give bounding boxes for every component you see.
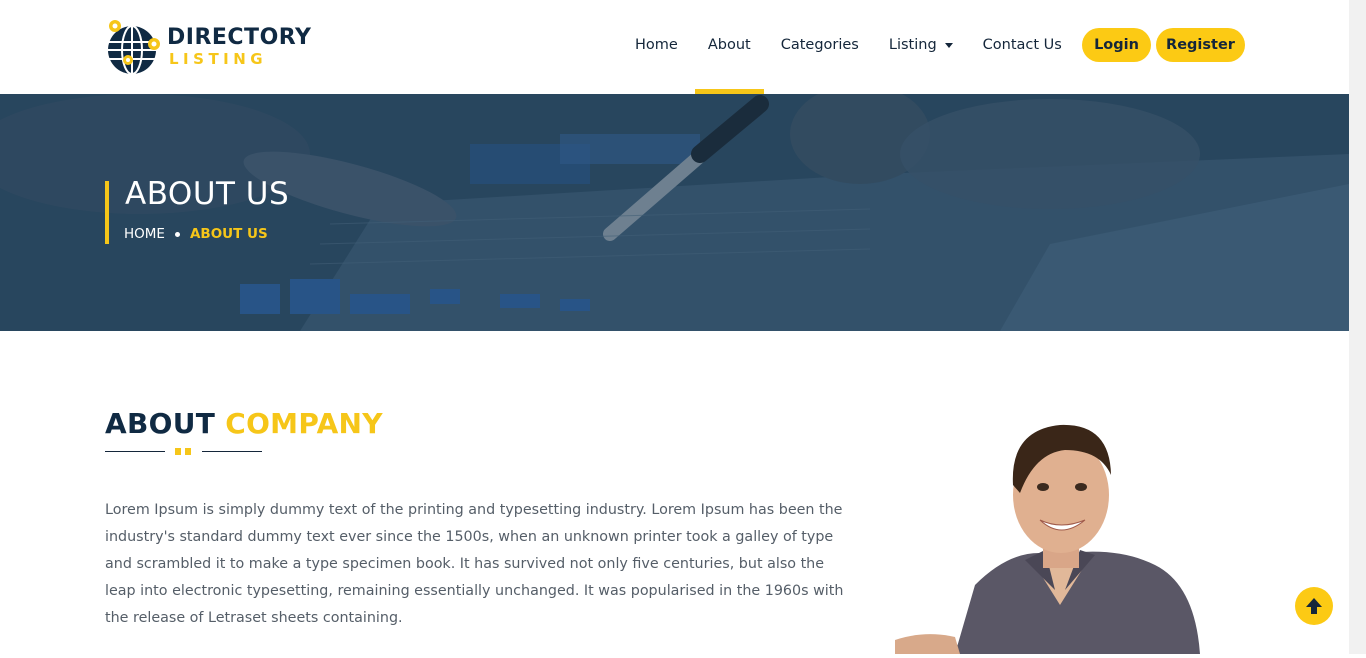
- nav-contact-us[interactable]: Contact Us: [983, 0, 1062, 94]
- banner-background-image: [0, 94, 1349, 331]
- site-logo[interactable]: DIRECTORY LISTING: [105, 17, 311, 79]
- back-to-top-button[interactable]: [1295, 587, 1333, 625]
- register-button[interactable]: Register: [1156, 28, 1245, 62]
- breadcrumb-current: ABOUT US: [189, 226, 268, 242]
- arrow-up-icon: [1306, 598, 1322, 614]
- person-illustration: [895, 424, 1200, 654]
- breadcrumb: HOME ABOUT US: [124, 226, 268, 242]
- breadcrumb-home[interactable]: HOME: [124, 226, 165, 242]
- logo-line2: LISTING: [169, 50, 268, 68]
- nav-about[interactable]: About: [694, 0, 764, 94]
- nav-listing[interactable]: Listing: [889, 0, 953, 94]
- divider-square: [175, 448, 181, 455]
- page-title: ABOUT US: [125, 176, 290, 212]
- heading-divider: [105, 447, 262, 457]
- about-heading: ABOUT COMPANY: [105, 407, 383, 440]
- banner-title-accent-bar: [105, 181, 109, 244]
- breadcrumb-separator-dot: [174, 231, 180, 237]
- nav-categories[interactable]: Categories: [781, 0, 859, 94]
- globe-pin-logo-icon: [108, 20, 160, 75]
- caret-down-icon: [944, 42, 953, 48]
- site-header: DIRECTORY LISTING Home About Categories …: [0, 0, 1349, 94]
- page-scrollbar[interactable]: [1349, 0, 1366, 654]
- logo-line1: DIRECTORY: [167, 25, 312, 50]
- page-banner: [0, 94, 1349, 331]
- divider-square: [185, 448, 191, 455]
- nav-listing-label: Listing: [888, 37, 937, 53]
- about-heading-accent: COMPANY: [225, 407, 383, 440]
- divider-line-right: [202, 451, 262, 452]
- nav-home[interactable]: Home: [635, 0, 678, 94]
- divider-line-left: [105, 451, 165, 452]
- smiling-man-image: [895, 415, 1205, 654]
- login-button[interactable]: Login: [1082, 28, 1151, 62]
- about-paragraph: Lorem Ipsum is simply dummy text of the …: [105, 502, 844, 626]
- about-heading-main: ABOUT: [105, 407, 216, 440]
- main-nav: Home About Categories Listing Contact Us: [620, 0, 1077, 94]
